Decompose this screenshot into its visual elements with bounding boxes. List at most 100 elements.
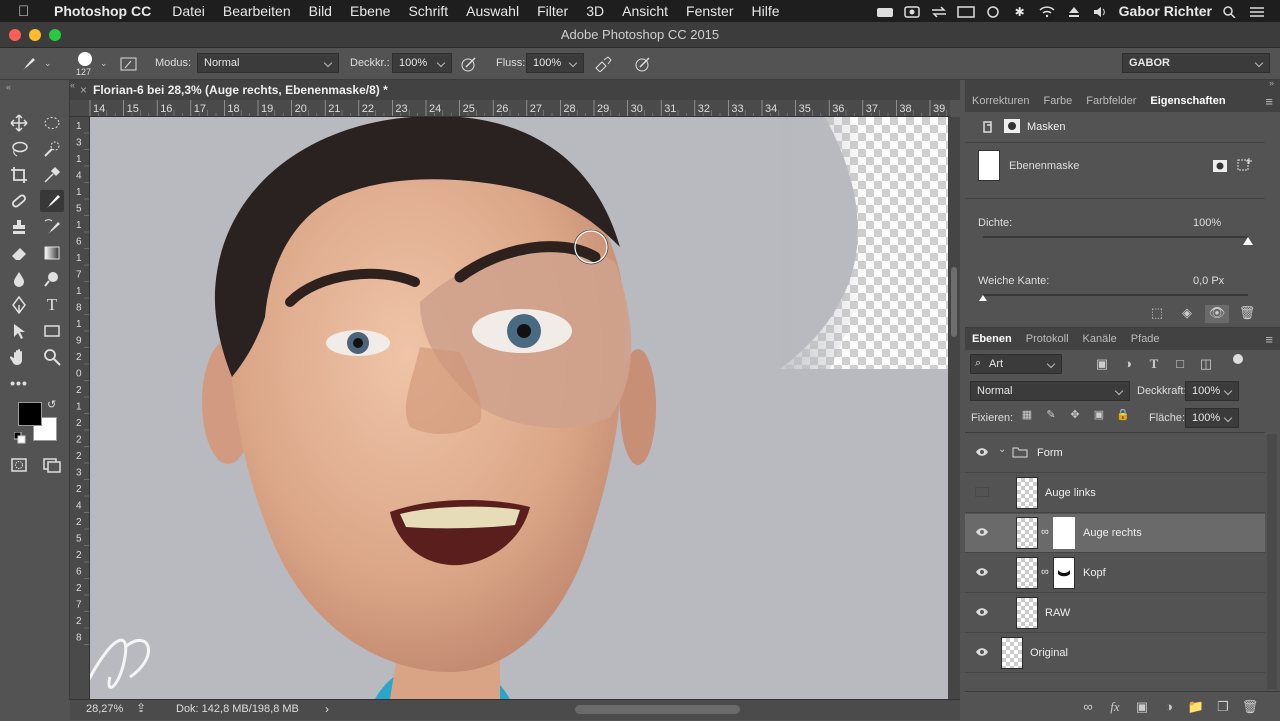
menu-3d[interactable]: 3D [577,3,613,19]
move-tool-icon[interactable] [7,112,31,134]
delete-mask-icon[interactable]: 🗑 [1235,305,1259,323]
layer-row-auge-rechts[interactable]: ∞ Auge rechts [965,514,1265,553]
menu-schrift[interactable]: Schrift [399,3,457,19]
document-tab[interactable]: × Florian-6 bei 28,3% (Auge rechts, Ebene… [80,80,388,100]
lasso-tool-icon[interactable] [7,138,31,160]
brush-tool-icon[interactable] [40,190,64,212]
layer-mask-thumbnail[interactable] [1053,557,1075,589]
filter-pixel-icon[interactable]: ▣ [1090,356,1114,372]
menu-datei[interactable]: Datei [163,3,214,19]
tab-eigenschaften[interactable]: Eigenschaften [1143,95,1232,107]
document-canvas[interactable] [90,117,948,699]
layer-mask-thumbnail[interactable] [1053,517,1075,549]
tab-farbe[interactable]: Farbe [1036,95,1079,107]
filter-toggle-icon[interactable] [1233,354,1243,364]
brush-preview-icon[interactable] [78,52,92,66]
vertical-scrollbar[interactable] [948,117,960,699]
filter-adjustment-icon[interactable]: ◑ [1116,356,1140,372]
gradient-tool-icon[interactable] [40,242,64,264]
filter-smartobject-icon[interactable]: ◫ [1194,356,1218,372]
collapse-tabs-icon[interactable]: « [70,80,75,90]
tab-protokoll[interactable]: Protokoll [1019,333,1076,345]
clock-icon[interactable] [984,5,1002,18]
blend-mode-dropdown[interactable]: Normal [970,381,1130,401]
history-brush-tool-icon[interactable] [40,216,64,238]
volume-icon[interactable] [1092,5,1110,17]
filter-shape-icon[interactable]: □ [1168,356,1192,372]
brush-picker-chevron-icon[interactable]: ⌄ [100,58,108,69]
dodge-tool-icon[interactable] [40,268,64,290]
apple-icon[interactable]:  [18,3,38,20]
panel-menu-icon[interactable]: ≡ [1258,94,1280,109]
layer-row-form[interactable]: ⌄ Form [965,434,1265,473]
app-menu[interactable]: Photoshop CC [38,3,163,19]
menu-bild[interactable]: Bild [300,3,341,19]
visibility-eye-icon[interactable] [975,447,989,457]
menu-hilfe[interactable]: Hilfe [743,3,789,19]
tab-korrekturen[interactable]: Korrekturen [965,95,1036,107]
minimize-window-button[interactable] [29,29,41,41]
swap-colors-icon[interactable]: ↺ [47,398,56,411]
chevron-down-icon[interactable]: ⌄ [44,58,52,69]
tab-pfade[interactable]: Pfade [1124,333,1167,345]
new-layer-icon[interactable]: ❐ [1211,699,1235,715]
new-adjustment-icon[interactable]: ◑ [1157,699,1181,714]
zoom-tool-icon[interactable] [40,346,64,368]
layer-filter-dropdown[interactable]: Art [970,354,1062,374]
menu-ebene[interactable]: Ebene [341,3,399,19]
drive-icon[interactable] [876,5,894,17]
toggle-mask-eye-icon[interactable]: 👁 [1205,305,1229,323]
group-expand-chevron-icon[interactable]: ⌄ [998,444,1006,455]
layer-opacity-dropdown[interactable]: 100% [1185,381,1239,401]
crop-tool-icon[interactable] [7,164,31,186]
layer-row-raw[interactable]: RAW [965,594,1265,633]
status-menu-arrow-icon[interactable]: › [325,702,329,716]
airbrush-icon[interactable] [594,56,614,72]
pressure-size-icon[interactable] [634,56,652,72]
tab-farbfelder[interactable]: Farbfelder [1079,95,1143,107]
marquee-tool-icon[interactable] [40,112,64,134]
list-icon[interactable] [1248,5,1266,17]
clone-stamp-tool-icon[interactable] [7,216,31,238]
visibility-eye-icon[interactable] [975,527,989,537]
menu-bearbeiten[interactable]: Bearbeiten [214,3,300,19]
foreground-color-swatch[interactable] [18,402,42,426]
path-selection-tool-icon[interactable] [7,320,31,342]
search-icon[interactable] [1221,5,1239,19]
pixel-mask-icon[interactable] [981,120,995,134]
workspace-dropdown[interactable]: GABOR [1122,53,1270,73]
close-window-button[interactable] [9,29,21,41]
bluetooth-icon[interactable]: ✱ [1011,5,1029,19]
default-colors-icon[interactable] [14,432,26,444]
layer-row-original[interactable]: Original [965,634,1265,673]
lock-position-icon[interactable]: ✥ [1063,408,1087,421]
brush-panel-toggle-icon[interactable] [120,56,138,72]
lock-artboard-icon[interactable]: ▣ [1087,408,1111,421]
opacity-dropdown[interactable]: 100% [392,53,452,73]
share-icon[interactable]: ⇪ [136,701,146,715]
type-tool-icon[interactable]: T [40,294,64,316]
zoom-window-button[interactable] [49,29,61,41]
menu-auswahl[interactable]: Auswahl [457,3,528,19]
visibility-eye-icon[interactable] [975,647,989,657]
rectangle-tool-icon[interactable] [40,320,64,342]
user-name[interactable]: Gabor Richter [1119,3,1212,19]
brush-tool-preset-icon[interactable] [18,56,40,72]
link-layers-icon[interactable]: ∞ [1076,699,1100,714]
fill-dropdown[interactable]: 100% [1185,408,1239,428]
feather-value[interactable]: 0,0 Px [1193,275,1224,287]
new-group-icon[interactable]: 📁 [1184,699,1208,715]
eject-icon[interactable] [1065,5,1083,17]
lock-transparent-icon[interactable]: ▦ [1015,408,1039,421]
arrows-icon[interactable] [930,5,948,18]
healing-brush-tool-icon[interactable] [7,190,31,212]
flow-dropdown[interactable]: 100% [526,53,584,73]
quick-select-tool-icon[interactable] [40,138,64,160]
pressure-opacity-icon[interactable] [460,56,478,72]
display-icon[interactable] [956,5,975,18]
pen-tool-icon[interactable] [7,294,31,316]
vertical-ruler[interactable]: 1 3 1 4 1 5 1 6 1 7 1 8 1 9 2 0 2 1 2 2 2 3 2 4 2 5 2 6 2 7 2 8 [70,117,90,699]
menu-filter[interactable]: Filter [528,3,577,19]
layer-row-kopf[interactable]: ∞ Kopf [965,554,1265,593]
density-slider-handle[interactable] [1243,237,1253,245]
